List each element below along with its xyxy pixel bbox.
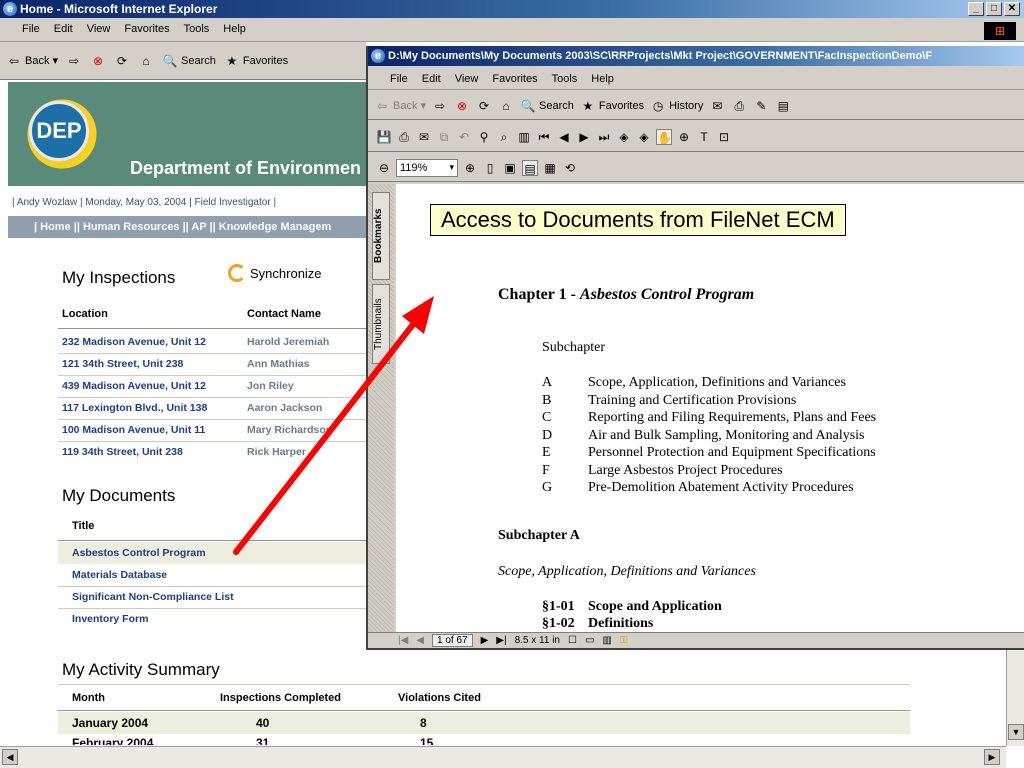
arrow-shaft [233,315,421,555]
annotation-arrow [233,296,434,555]
